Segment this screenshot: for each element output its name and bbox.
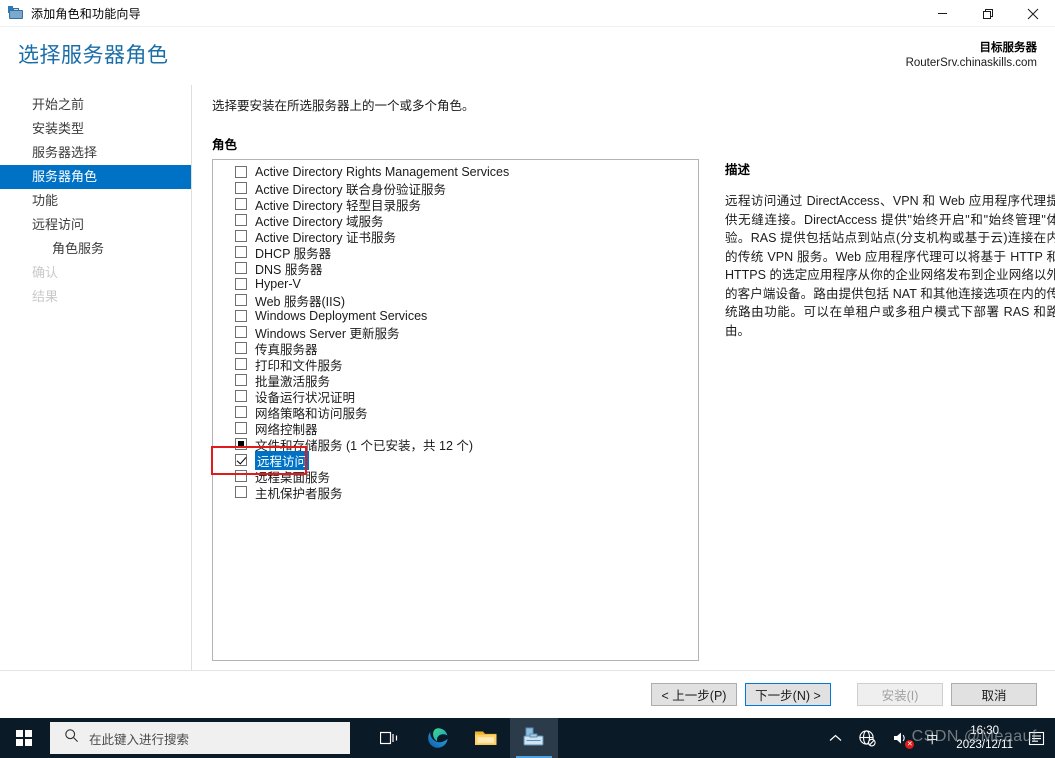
file-explorer-icon[interactable] (462, 718, 510, 758)
clock-date: 2023/12/11 (956, 739, 1013, 751)
role-checkbox[interactable] (235, 374, 247, 386)
install-button: 安装(I) (857, 683, 943, 706)
role-checkbox[interactable] (235, 294, 247, 306)
edge-icon[interactable] (414, 718, 462, 758)
cancel-button[interactable]: 取消 (951, 683, 1037, 706)
minimize-button[interactable] (920, 0, 965, 27)
sidebar-item-5[interactable]: 远程访问 (0, 213, 191, 237)
role-label: DNS 服务器 (255, 262, 323, 277)
volume-mute-badge: ✕ (905, 740, 915, 749)
window-title: 添加角色和功能向导 (31, 6, 141, 21)
wizard-header: 选择服务器角色 目标服务器 RouterSrv.chinaskills.com (0, 27, 1055, 85)
role-checkbox[interactable] (235, 246, 247, 258)
taskbar: 在此键入进行搜索 ✕ 中 16:30 2023/12/11 (0, 718, 1055, 758)
role-label: Windows Deployment Services (255, 309, 428, 323)
description-text: 远程访问通过 DirectAccess、VPN 和 Web 应用程序代理提供无缝… (725, 194, 1055, 338)
network-icon[interactable] (850, 718, 884, 758)
task-view-icon[interactable] (366, 718, 414, 758)
previous-button[interactable]: < 上一步(P) (651, 683, 737, 706)
clock-time: 16:30 (970, 725, 1000, 737)
description-title: 描述 (725, 163, 751, 177)
clock[interactable]: 16:30 2023/12/11 (946, 724, 1023, 752)
role-row[interactable]: Web 服务器(IIS) (217, 292, 696, 309)
wizard-footer: < 上一步(P) 下一步(N) > 安装(I) 取消 (0, 670, 1055, 718)
roles-listbox[interactable]: Active Directory Rights Management Servi… (212, 159, 699, 661)
role-label: 主机保护者服务 (255, 486, 343, 501)
role-label: Active Directory Rights Management Servi… (255, 165, 510, 179)
page-title: 选择服务器角色 (18, 44, 169, 67)
sidebar-item-0[interactable]: 开始之前 (0, 93, 191, 117)
roles-section-label: 角色 (212, 138, 238, 152)
role-checkbox[interactable] (235, 358, 247, 370)
destination-server-label: 目标服务器 (979, 42, 1038, 54)
wizard-nav-sidebar: 开始之前 安装类型 服务器选择 服务器角色 功能 远程访问 角色服务确认结果 (0, 85, 192, 670)
role-checkbox[interactable] (235, 262, 247, 274)
close-button[interactable] (1010, 0, 1055, 27)
role-label: Hyper-V (255, 277, 301, 291)
add-roles-wizard-window: 添加角色和功能向导 选择服务器角色 目标服务器 RouterSrv.chinas… (0, 0, 1055, 718)
taskbar-app-icons (366, 718, 558, 758)
description-pane: 描述 远程访问通过 DirectAccess、VPN 和 Web 应用程序代理提… (725, 159, 1055, 661)
sidebar-item-1[interactable]: 安装类型 (0, 117, 191, 141)
role-checkbox[interactable] (235, 454, 247, 466)
role-checkbox[interactable] (235, 438, 247, 450)
sidebar-item-2[interactable]: 服务器选择 (0, 141, 191, 165)
role-checkbox[interactable] (235, 326, 247, 338)
sidebar-item-7: 确认 (32, 265, 59, 280)
role-checkbox[interactable] (235, 166, 247, 178)
role-checkbox[interactable] (235, 406, 247, 418)
role-row[interactable]: 主机保护者服务 (217, 484, 696, 501)
server-manager-icon (8, 5, 24, 21)
sidebar-item-8: 结果 (32, 289, 59, 304)
search-input[interactable]: 在此键入进行搜索 (50, 722, 350, 754)
destination-server-name: RouterSrv.chinaskills.com (905, 57, 1037, 69)
volume-muted-icon[interactable]: ✕ (884, 718, 918, 758)
role-checkbox[interactable] (235, 278, 247, 290)
role-checkbox[interactable] (235, 182, 247, 194)
role-checkbox[interactable] (235, 342, 247, 354)
sidebar-item-6[interactable]: 角色服务 (0, 237, 191, 261)
restore-button[interactable] (965, 0, 1010, 27)
instruction-text: 选择要安装在所选服务器上的一个或多个角色。 (212, 99, 475, 113)
role-label: Web 服务器(IIS) (255, 294, 346, 309)
wizard-body: 开始之前 安装类型 服务器选择 服务器角色 功能 远程访问 角色服务确认结果 选择要安装在所… (0, 85, 1055, 670)
sidebar-item-4[interactable]: 功能 (0, 189, 191, 213)
role-checkbox[interactable] (235, 390, 247, 402)
sidebar-item-3[interactable]: 服务器角色 (0, 165, 191, 189)
search-icon (64, 728, 79, 748)
title-bar[interactable]: 添加角色和功能向导 (0, 0, 1055, 27)
show-hidden-icons-button[interactable] (821, 718, 850, 758)
system-tray: ✕ 中 16:30 2023/12/11 (821, 718, 1055, 758)
role-row[interactable]: DNS 服务器 (217, 260, 696, 277)
notifications-icon[interactable] (1023, 718, 1049, 758)
search-placeholder: 在此键入进行搜索 (89, 732, 190, 747)
role-checkbox[interactable] (235, 422, 247, 434)
wizard-content: 选择要安装在所选服务器上的一个或多个角色。 角色 Active Director… (192, 85, 1055, 670)
server-manager-taskbar-icon[interactable] (510, 718, 558, 758)
roles-and-description: Active Directory Rights Management Servi… (212, 159, 1055, 661)
windows-logo-icon (15, 729, 33, 747)
role-checkbox[interactable] (235, 230, 247, 242)
window-controls (920, 0, 1055, 27)
role-checkbox[interactable] (235, 198, 247, 210)
role-checkbox[interactable] (235, 486, 247, 498)
ime-indicator[interactable]: 中 (918, 718, 946, 758)
destination-server-block: 目标服务器 RouterSrv.chinaskills.com (906, 39, 1037, 69)
role-checkbox[interactable] (235, 310, 247, 322)
next-button[interactable]: 下一步(N) > (745, 683, 831, 706)
role-checkbox[interactable] (235, 214, 247, 226)
role-checkbox[interactable] (235, 470, 247, 482)
start-button[interactable] (0, 718, 48, 758)
